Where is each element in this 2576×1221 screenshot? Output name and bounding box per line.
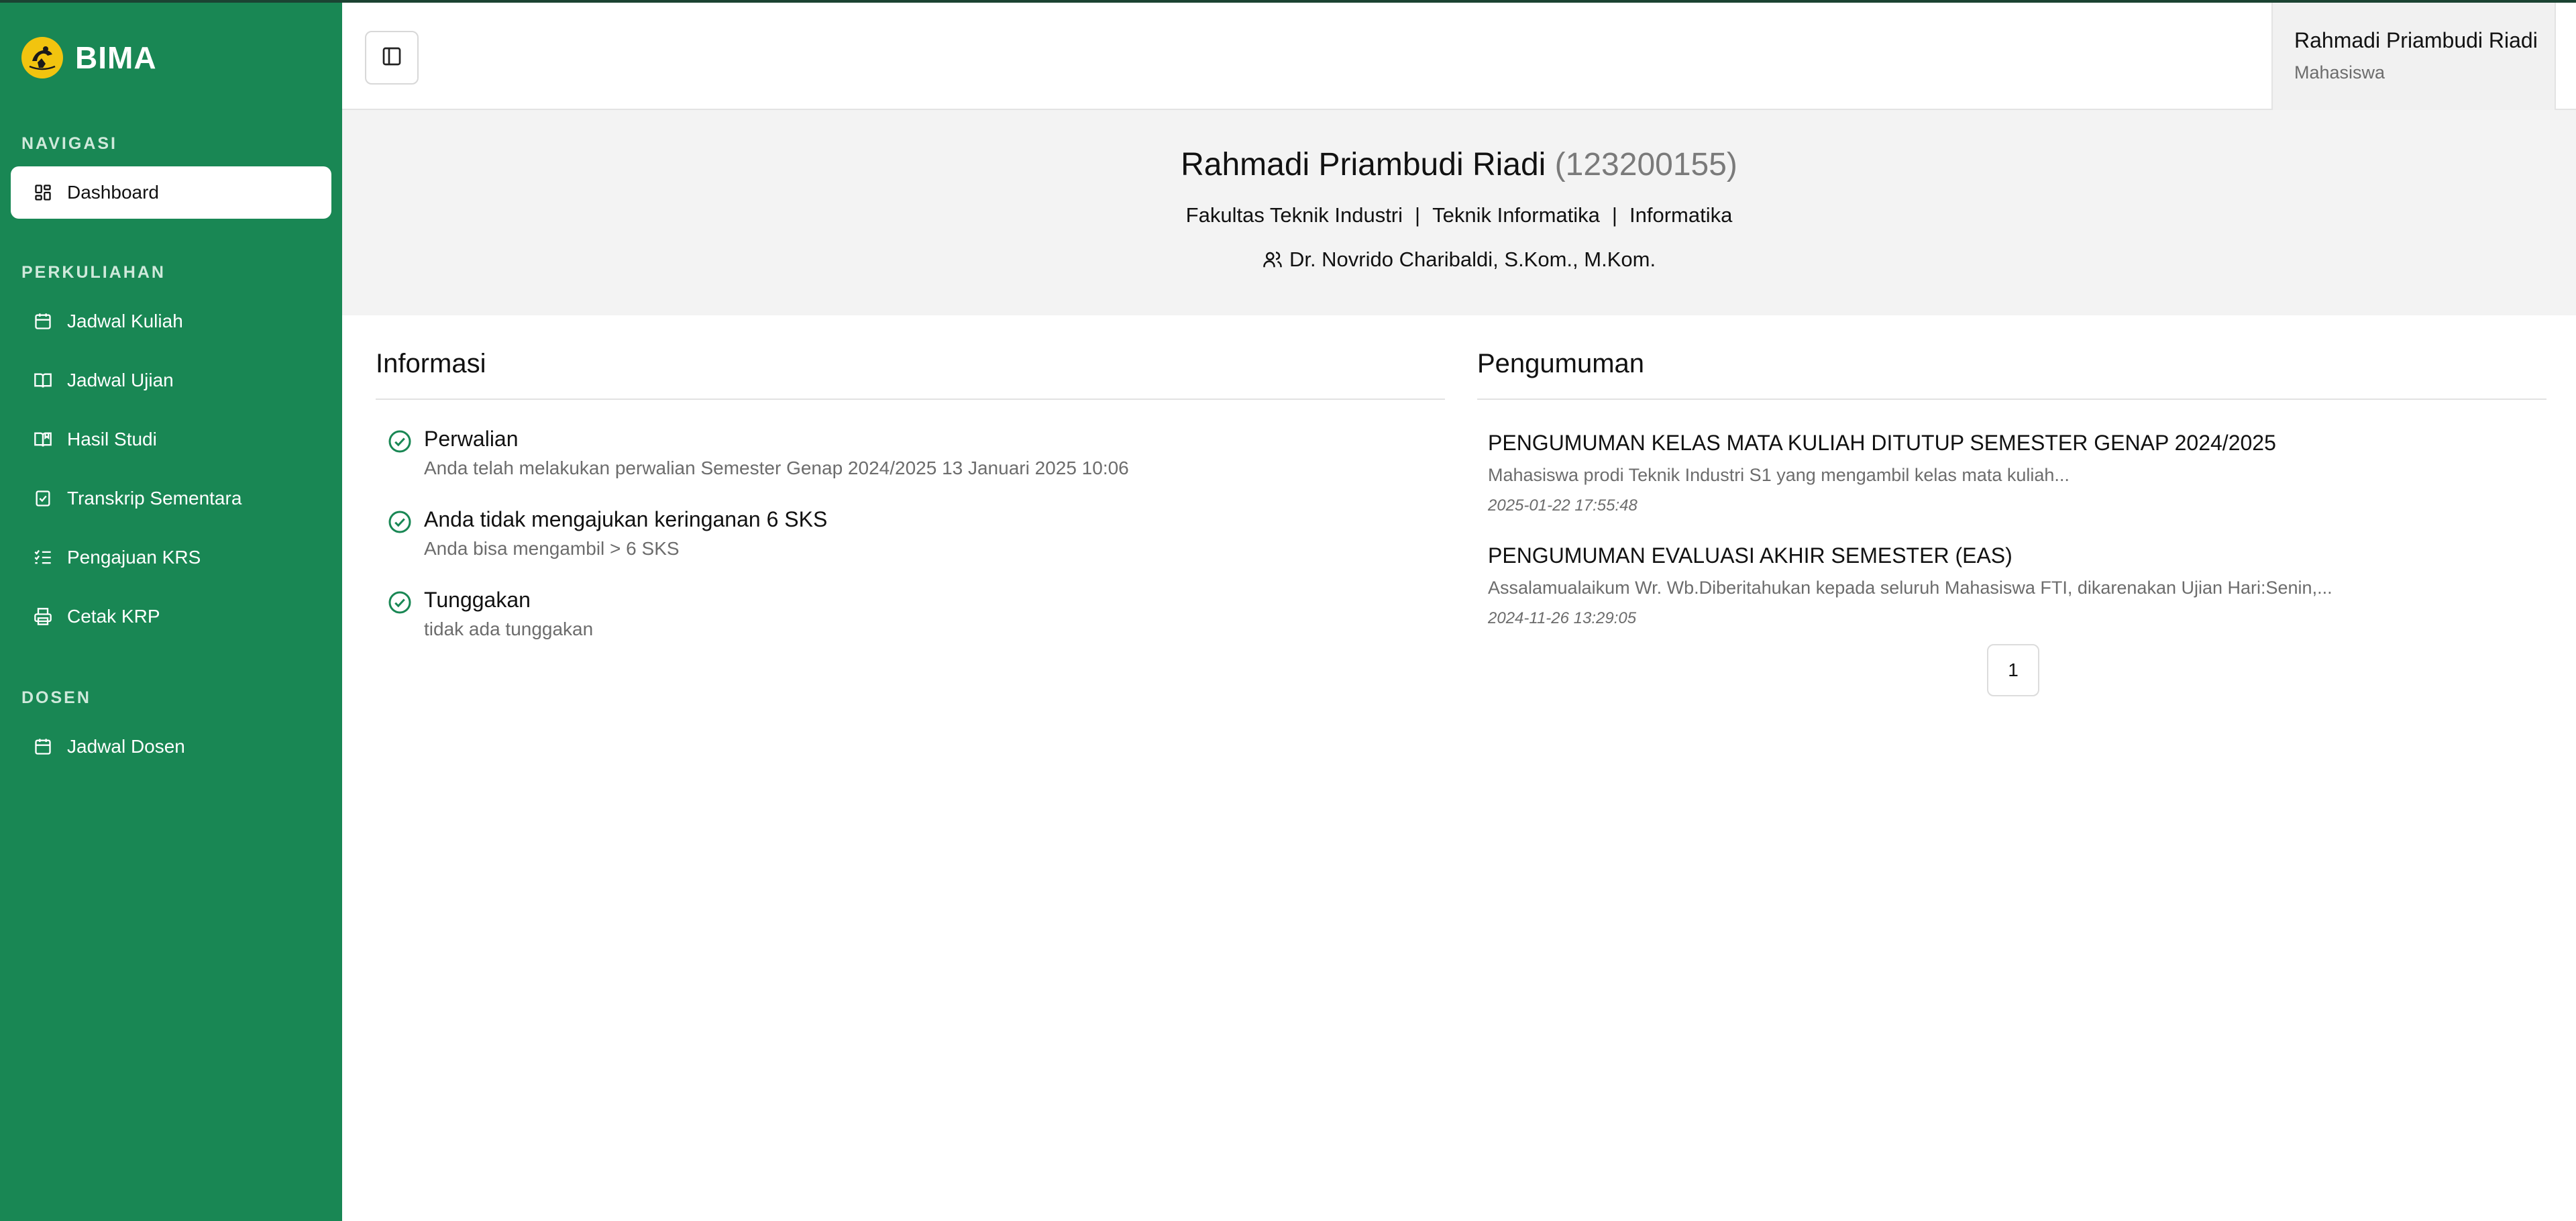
printer-icon	[32, 606, 54, 627]
profile-program: Informatika	[1629, 203, 1733, 227]
announcement-title[interactable]: PENGUMUMAN EVALUASI AKHIR SEMESTER (EAS)	[1488, 543, 2332, 568]
sidebar-item-jadwal-kuliah[interactable]: Jadwal Kuliah	[11, 295, 331, 348]
section-label-navigasi: NAVIGASI	[21, 134, 117, 153]
sidebar: BIMA NAVIGASI Dashboard PERKULIAHAN Jadw…	[0, 0, 342, 1221]
profile-faculty: Fakultas Teknik Industri	[1185, 203, 1403, 227]
brand-logo-icon	[21, 37, 63, 78]
brand[interactable]: BIMA	[21, 36, 157, 79]
info-item-title: Tunggakan	[424, 588, 531, 612]
sidebar-item-pengajuan-krs[interactable]: Pengajuan KRS	[11, 531, 331, 584]
sidebar-item-label: Jadwal Dosen	[67, 736, 185, 757]
separator: |	[1611, 203, 1617, 227]
sidebar-item-label: Jadwal Ujian	[67, 370, 174, 390]
sidebar-item-hasil-studi[interactable]: Hasil Studi	[11, 413, 331, 466]
clipboard-check-icon	[32, 488, 54, 509]
sidebar-item-label: Transkrip Sementara	[67, 488, 242, 509]
sidebar-item-jadwal-dosen[interactable]: Jadwal Dosen	[11, 721, 331, 773]
user-name: Rahmadi Priambudi Riadi	[2294, 28, 2538, 52]
sidebar-toggle-icon	[381, 46, 402, 70]
section-label-perkuliahan: PERKULIAHAN	[21, 263, 166, 282]
calendar-icon	[32, 311, 54, 332]
book-open-icon	[32, 370, 54, 391]
announcement-date: 2025-01-22 17:55:48	[1488, 496, 1638, 515]
sidebar-item-label: Dashboard	[67, 182, 159, 203]
list-check-icon	[32, 547, 54, 568]
check-circle-icon	[388, 591, 411, 614]
info-item-desc: Anda telah melakukan perwalian Semester …	[424, 458, 1129, 478]
dashboard-icon	[32, 182, 54, 203]
informasi-title: Informasi	[376, 349, 486, 378]
sidebar-item-jadwal-ujian[interactable]: Jadwal Ujian	[11, 354, 331, 407]
sidebar-item-dashboard[interactable]: Dashboard	[11, 166, 331, 219]
check-circle-icon	[388, 430, 411, 453]
app-root: BIMA NAVIGASI Dashboard PERKULIAHAN Jadw…	[0, 0, 2576, 1221]
users-icon	[1263, 250, 1283, 270]
announcement-date: 2024-11-26 13:29:05	[1488, 609, 1637, 627]
pengumuman-title: Pengumuman	[1477, 349, 1645, 378]
check-circle-icon	[388, 511, 411, 533]
sidebar-item-transkrip-sementara[interactable]: Transkrip Sementara	[11, 472, 331, 525]
advisor-name: Dr. Novrido Charibaldi, S.Kom., M.Kom.	[1289, 248, 1656, 271]
separator: |	[1415, 203, 1421, 227]
sidebar-item-label: Jadwal Kuliah	[67, 311, 183, 331]
user-menu[interactable]: Rahmadi Priambudi Riadi Mahasiswa	[2271, 3, 2556, 110]
sidebar-item-label: Pengajuan KRS	[67, 547, 201, 568]
informasi-divider	[376, 399, 1445, 400]
profile-department: Teknik Informatika	[1432, 203, 1600, 227]
info-item-desc: Anda bisa mengambil > 6 SKS	[424, 538, 680, 559]
user-role: Mahasiswa	[2294, 62, 2385, 83]
topbar: Rahmadi Priambudi Riadi Mahasiswa	[342, 0, 2576, 110]
profile-name-line: Rahmadi Priambudi Riadi (123200155)	[342, 146, 2576, 183]
book-bookmark-icon	[32, 429, 54, 450]
profile-banner: Rahmadi Priambudi Riadi (123200155) Faku…	[342, 110, 2576, 315]
profile-nim: (123200155)	[1554, 147, 1737, 182]
pengumuman-divider	[1477, 399, 2546, 400]
sidebar-item-cetak-krp[interactable]: Cetak KRP	[11, 590, 331, 643]
calendar-icon	[32, 736, 54, 757]
announcement-title[interactable]: PENGUMUMAN KELAS MATA KULIAH DITUTUP SEM…	[1488, 431, 2276, 456]
profile-name: Rahmadi Priambudi Riadi	[1181, 147, 1546, 182]
pagination-page-button[interactable]: 1	[1987, 644, 2039, 696]
announcement-excerpt: Mahasiswa prodi Teknik Industri S1 yang …	[1488, 465, 2070, 485]
announcement-item[interactable]: PENGUMUMAN EVALUASI AKHIR SEMESTER (EAS)…	[1488, 543, 2332, 628]
profile-department-line: Fakultas Teknik Industri | Teknik Informat…	[342, 203, 2576, 227]
sidebar-item-label: Hasil Studi	[67, 429, 157, 449]
info-item-desc: tidak ada tunggakan	[424, 619, 594, 639]
sidebar-toggle-button[interactable]	[365, 31, 419, 85]
brand-name: BIMA	[75, 40, 157, 75]
sidebar-item-label: Cetak KRP	[67, 606, 160, 627]
section-label-dosen: DOSEN	[21, 688, 91, 707]
profile-advisor: Dr. Novrido Charibaldi, S.Kom., M.Kom.	[1263, 248, 1656, 272]
announcement-item[interactable]: PENGUMUMAN KELAS MATA KULIAH DITUTUP SEM…	[1488, 431, 2276, 515]
announcement-excerpt: Assalamualaikum Wr. Wb.Diberitahukan kep…	[1488, 578, 2332, 598]
info-item-title: Anda tidak mengajukan keringanan 6 SKS	[424, 507, 828, 531]
info-item-title: Perwalian	[424, 427, 519, 451]
